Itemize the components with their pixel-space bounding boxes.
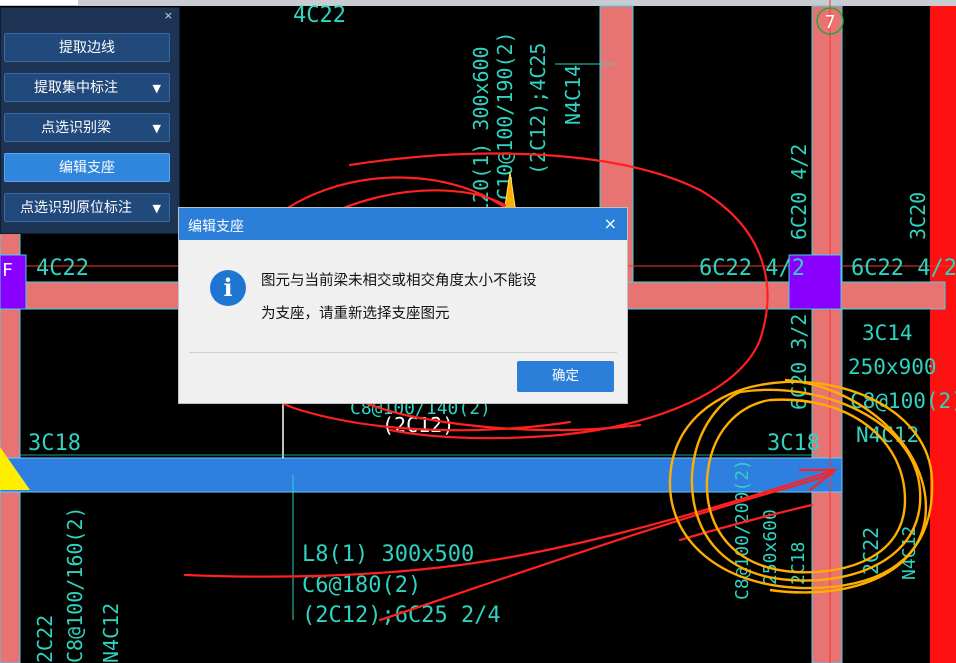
annotation-bottom-right-3: 2C18: [788, 542, 809, 585]
panel-close-icon[interactable]: ×: [164, 10, 173, 22]
info-icon: i: [210, 270, 246, 306]
dialog-close-icon[interactable]: ×: [604, 214, 617, 233]
annotation-right-3c18: 3C18: [767, 431, 820, 456]
annotation-right-beam-right: 6C22 4/2: [851, 256, 956, 281]
annotation-right-block-2: 250x900: [848, 355, 937, 379]
annotation-right-beam-left: 6C22 4/2: [699, 256, 805, 281]
selected-beam: [0, 457, 843, 493]
annotation-col-mid-vertical: 6C20 3/2: [787, 314, 811, 410]
extract-annotation-label: 提取集中标注: [34, 80, 118, 96]
edit-support-button[interactable]: 编辑支座: [4, 153, 170, 182]
dialog-separator: [189, 352, 617, 353]
dialog-message-line1: 图元与当前梁未相交或相交角度太小不能设: [261, 273, 537, 289]
vertical-beam-right: [811, 5, 843, 663]
recognition-panel: × 提取边线 提取集中标注 ▼ 点选识别梁 ▼ 编辑支座 点选识别原位标注 ▼: [0, 7, 180, 234]
axis-7-label: 7: [825, 12, 836, 33]
annotation-right-vertical-2: 3C20: [906, 192, 930, 240]
pick-identify-beam-label: 点选识别梁: [41, 120, 111, 136]
extract-edge-label: 提取边线: [59, 40, 115, 56]
axis-f-label: F: [2, 260, 13, 281]
pick-identify-beam-button[interactable]: 点选识别梁 ▼: [4, 113, 170, 142]
chevron-down-icon[interactable]: ▼: [153, 74, 161, 103]
annotation-right-vertical-1: 6C20 4/2: [787, 144, 811, 240]
annotation-center-vertical-2: C10@100/190(2): [493, 31, 517, 200]
pick-identify-inplace-annotation-label: 点选识别原位标注: [20, 200, 132, 216]
dialog-titlebar[interactable]: 编辑支座 ×: [179, 208, 627, 240]
annotation-bottom-left-1: 2C22: [33, 615, 57, 663]
annotation-bottom-left-3: N4C12: [99, 603, 123, 663]
annotation-bottom-left-2: C8@100/160(2): [63, 506, 87, 663]
annotation-left-beam: 4C22: [36, 256, 89, 281]
annotation-right-block-1: 3C14: [862, 321, 913, 345]
extract-edge-button[interactable]: 提取边线: [4, 33, 170, 62]
edit-support-dialog: 编辑支座 × i 图元与当前梁未相交或相交角度太小不能设 为支座，请重新选择支座…: [178, 207, 628, 404]
annotation-left-3c18: 3C18: [28, 431, 81, 456]
extract-annotation-button[interactable]: 提取集中标注 ▼: [4, 73, 170, 102]
annotation-l8-line1: L8(1) 300x500: [302, 542, 474, 567]
annotation-center-vertical-4: N4C14: [561, 65, 585, 125]
edit-support-label: 编辑支座: [59, 160, 115, 176]
annotation-top-left: 4C22: [293, 3, 346, 28]
annotation-bottom-right-2: 250x600: [760, 509, 781, 585]
pick-identify-inplace-annotation-button[interactable]: 点选识别原位标注 ▼: [4, 193, 170, 222]
chevron-down-icon[interactable]: ▼: [153, 114, 161, 143]
dialog-title: 编辑支座: [188, 219, 244, 235]
dialog-message-line2: 为支座，请重新选择支座图元: [261, 306, 450, 322]
ok-button[interactable]: 确定: [517, 361, 614, 392]
vertical-beam-edge: [930, 6, 956, 663]
annotation-l8-line3: (2C12);6C25 2/4: [302, 603, 501, 628]
chevron-down-icon[interactable]: ▼: [153, 194, 161, 223]
dialog-message: 图元与当前梁未相交或相交角度太小不能设 为支座，请重新选择支座图元: [261, 265, 616, 331]
